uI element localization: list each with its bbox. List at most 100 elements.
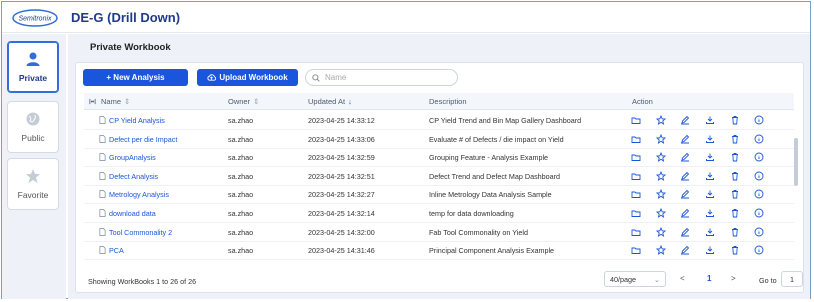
page-size-value: 40/page	[610, 274, 636, 284]
download-icon[interactable]	[705, 208, 715, 218]
column-description: Description	[429, 97, 467, 106]
column-updated-at[interactable]: Updated At ↓	[308, 97, 352, 106]
download-icon[interactable]	[705, 115, 715, 125]
open-folder-icon[interactable]	[631, 189, 641, 199]
trash-icon[interactable]	[730, 134, 740, 144]
trash-icon[interactable]	[730, 115, 740, 125]
next-page-button[interactable]: >	[731, 274, 736, 283]
page-size-select[interactable]: 40/page ⌄	[604, 271, 666, 287]
updated-at-cell: 2023-04-25 14:33:12	[308, 116, 375, 125]
table-row: GroupAnalysis sa.zhao 2023-04-25 14:32:59 G…	[84, 148, 794, 168]
download-icon[interactable]	[705, 134, 715, 144]
updated-at-cell: 2023-04-25 14:32:59	[308, 153, 375, 163]
edit-icon[interactable]	[680, 134, 690, 144]
sidebar-item-label: Private	[18, 73, 48, 83]
workbook-name-link[interactable]: Metrology Analysis	[109, 190, 169, 199]
svg-text:Semitronix: Semitronix	[18, 16, 52, 23]
open-folder-icon[interactable]	[631, 171, 641, 181]
owner-cell: sa.zhao	[228, 153, 254, 163]
workbook-name-link[interactable]: Defect Analysis	[109, 172, 158, 181]
open-folder-icon[interactable]	[631, 152, 641, 162]
table-row: download data sa.zhao 2023-04-25 14:32:14 t…	[84, 204, 794, 223]
page-1-button[interactable]: 1	[707, 274, 711, 283]
trash-icon[interactable]	[730, 152, 740, 162]
favorite-star-icon[interactable]	[656, 226, 666, 237]
favorite-star-icon[interactable]	[656, 133, 666, 144]
table-scrollbar[interactable]	[794, 138, 798, 186]
description-cell: CP Yield Trend and Bin Map Gallery Dashb…	[429, 116, 582, 125]
workbook-name-link[interactable]: Tool Commonality 2	[109, 228, 172, 237]
prev-page-button[interactable]: <	[680, 274, 685, 283]
info-icon[interactable]	[754, 171, 764, 181]
search-box[interactable]	[305, 69, 458, 86]
favorite-star-icon[interactable]	[656, 245, 666, 256]
sidebar-item-favorite[interactable]: Favorite	[7, 158, 59, 210]
column-action: Action	[632, 97, 653, 106]
info-icon[interactable]	[754, 245, 764, 255]
updated-at-cell: 2023-04-25 14:33:06	[308, 134, 375, 144]
workbook-name-link[interactable]: download data	[109, 209, 156, 218]
favorite-star-icon[interactable]	[656, 189, 666, 200]
info-icon[interactable]	[754, 227, 764, 237]
trash-icon[interactable]	[730, 171, 740, 181]
goto-label: Go to	[759, 276, 777, 285]
sort-icon: ⇕	[253, 97, 260, 106]
info-icon[interactable]	[754, 152, 764, 162]
download-icon[interactable]	[705, 245, 715, 255]
main-panel: Private Workbook + New Analysis Upload W…	[68, 34, 810, 299]
favorite-star-icon[interactable]	[656, 170, 666, 181]
edit-icon[interactable]	[680, 245, 690, 255]
upload-workbook-button[interactable]: Upload Workbook	[197, 69, 298, 86]
app-title: DE-G (Drill Down)	[71, 10, 181, 25]
sidebar-item-private[interactable]: Private	[7, 41, 59, 93]
download-icon[interactable]	[705, 227, 715, 237]
updated-at-cell: 2023-04-25 14:32:00	[308, 227, 375, 237]
new-analysis-button[interactable]: + New Analysis	[83, 69, 188, 86]
download-icon[interactable]	[705, 171, 715, 181]
favorite-star-icon[interactable]	[656, 115, 666, 125]
file-icon	[99, 134, 106, 143]
edit-icon[interactable]	[680, 189, 690, 199]
open-folder-icon[interactable]	[631, 208, 641, 218]
info-icon[interactable]	[754, 134, 764, 144]
edit-icon[interactable]	[680, 208, 690, 218]
workbook-name-link[interactable]: CP Yield Analysis	[109, 116, 165, 125]
open-folder-icon[interactable]	[631, 134, 641, 144]
column-owner[interactable]: Owner ⇕	[228, 97, 259, 106]
goto-page-input[interactable]	[781, 271, 803, 287]
table-row: Defect per die Impact sa.zhao 2023-04-25 1…	[84, 130, 794, 149]
workbook-name-link[interactable]: PCA	[109, 246, 124, 255]
edit-icon[interactable]	[680, 227, 690, 237]
sort-descending-icon: ↓	[348, 97, 352, 106]
search-icon	[312, 73, 320, 82]
trash-icon[interactable]	[730, 189, 740, 199]
cloud-upload-icon	[207, 74, 217, 81]
sidebar-item-public[interactable]: Public	[7, 101, 59, 153]
top-bar: Semitronix DE-G (Drill Down)	[2, 2, 810, 33]
open-folder-icon[interactable]	[631, 245, 641, 255]
workbook-name-link[interactable]: Defect per die Impact	[109, 135, 177, 144]
search-input[interactable]	[325, 73, 445, 82]
trash-icon[interactable]	[730, 245, 740, 255]
trash-icon[interactable]	[730, 227, 740, 237]
edit-icon[interactable]	[680, 152, 690, 162]
description-cell: Defect Trend and Defect Map Dashboard	[429, 171, 561, 181]
column-name[interactable]: Name ⇕	[101, 97, 130, 106]
info-icon[interactable]	[754, 189, 764, 199]
download-icon[interactable]	[705, 189, 715, 199]
workbook-name-link[interactable]: GroupAnalysis	[109, 153, 156, 162]
favorite-star-icon[interactable]	[656, 208, 666, 218]
edit-icon[interactable]	[680, 115, 690, 125]
info-icon[interactable]	[754, 208, 764, 218]
favorite-star-icon[interactable]	[656, 152, 666, 163]
open-folder-icon[interactable]	[631, 227, 641, 237]
info-icon[interactable]	[754, 115, 764, 125]
description-cell: Fab Tool Commonality on Yield	[429, 227, 528, 237]
open-folder-icon[interactable]	[631, 115, 641, 125]
download-icon[interactable]	[705, 152, 715, 162]
description-cell: Grouping Feature - Analysis Example	[429, 153, 549, 163]
expand-columns-icon[interactable]	[89, 98, 96, 105]
updated-at-cell: 2023-04-25 14:32:14	[308, 209, 375, 218]
trash-icon[interactable]	[730, 208, 740, 218]
edit-icon[interactable]	[680, 171, 690, 181]
